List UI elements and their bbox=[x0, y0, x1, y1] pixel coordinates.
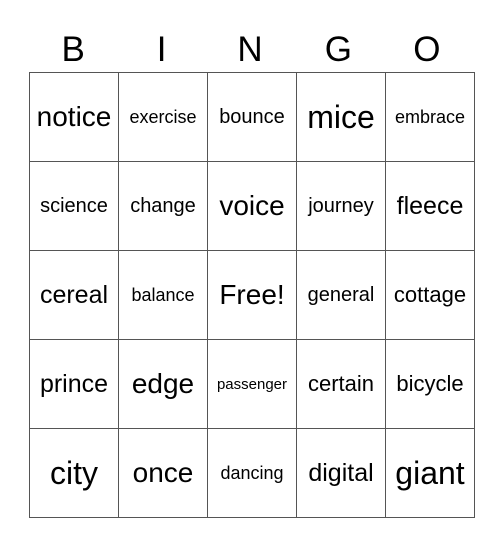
bingo-cell[interactable]: prince bbox=[29, 339, 119, 429]
bingo-cell[interactable]: once bbox=[118, 428, 208, 518]
bingo-header: B I N G O bbox=[29, 28, 471, 72]
bingo-cell[interactable]: city bbox=[29, 428, 119, 518]
bingo-cell[interactable]: science bbox=[29, 161, 119, 251]
bingo-cell[interactable]: passenger bbox=[207, 339, 297, 429]
free-space-cell[interactable]: Free! bbox=[207, 250, 297, 340]
header-letter-o: O bbox=[413, 30, 441, 69]
bingo-cell[interactable]: cereal bbox=[29, 250, 119, 340]
bingo-cell[interactable]: digital bbox=[296, 428, 386, 518]
bingo-row: notice exercise bounce mice embrace bbox=[29, 72, 475, 162]
header-letter-b: B bbox=[61, 30, 85, 69]
bingo-cell[interactable]: edge bbox=[118, 339, 208, 429]
bingo-cell[interactable]: certain bbox=[296, 339, 386, 429]
bingo-row: cereal balance Free! general cottage bbox=[29, 250, 475, 340]
bingo-cell[interactable]: bounce bbox=[207, 72, 297, 162]
header-letter-n: N bbox=[237, 30, 263, 69]
bingo-cell[interactable]: bicycle bbox=[385, 339, 475, 429]
bingo-cell[interactable]: notice bbox=[29, 72, 119, 162]
bingo-cell[interactable]: balance bbox=[118, 250, 208, 340]
bingo-cell[interactable]: cottage bbox=[385, 250, 475, 340]
bingo-row: science change voice journey fleece bbox=[29, 161, 475, 251]
header-letter-g: G bbox=[324, 30, 353, 69]
bingo-row: city once dancing digital giant bbox=[29, 428, 475, 518]
bingo-cell[interactable]: exercise bbox=[118, 72, 208, 162]
bingo-cell[interactable]: embrace bbox=[385, 72, 475, 162]
bingo-cell[interactable]: journey bbox=[296, 161, 386, 251]
bingo-cell[interactable]: general bbox=[296, 250, 386, 340]
bingo-cell[interactable]: mice bbox=[296, 72, 386, 162]
bingo-cell[interactable]: fleece bbox=[385, 161, 475, 251]
bingo-row: prince edge passenger certain bicycle bbox=[29, 339, 475, 429]
bingo-cell[interactable]: voice bbox=[207, 161, 297, 251]
bingo-cell[interactable]: dancing bbox=[207, 428, 297, 518]
bingo-grid: notice exercise bounce mice embrace science ch… bbox=[29, 72, 475, 518]
bingo-cell[interactable]: change bbox=[118, 161, 208, 251]
bingo-cell[interactable]: giant bbox=[385, 428, 475, 518]
header-letter-i: I bbox=[156, 30, 167, 69]
